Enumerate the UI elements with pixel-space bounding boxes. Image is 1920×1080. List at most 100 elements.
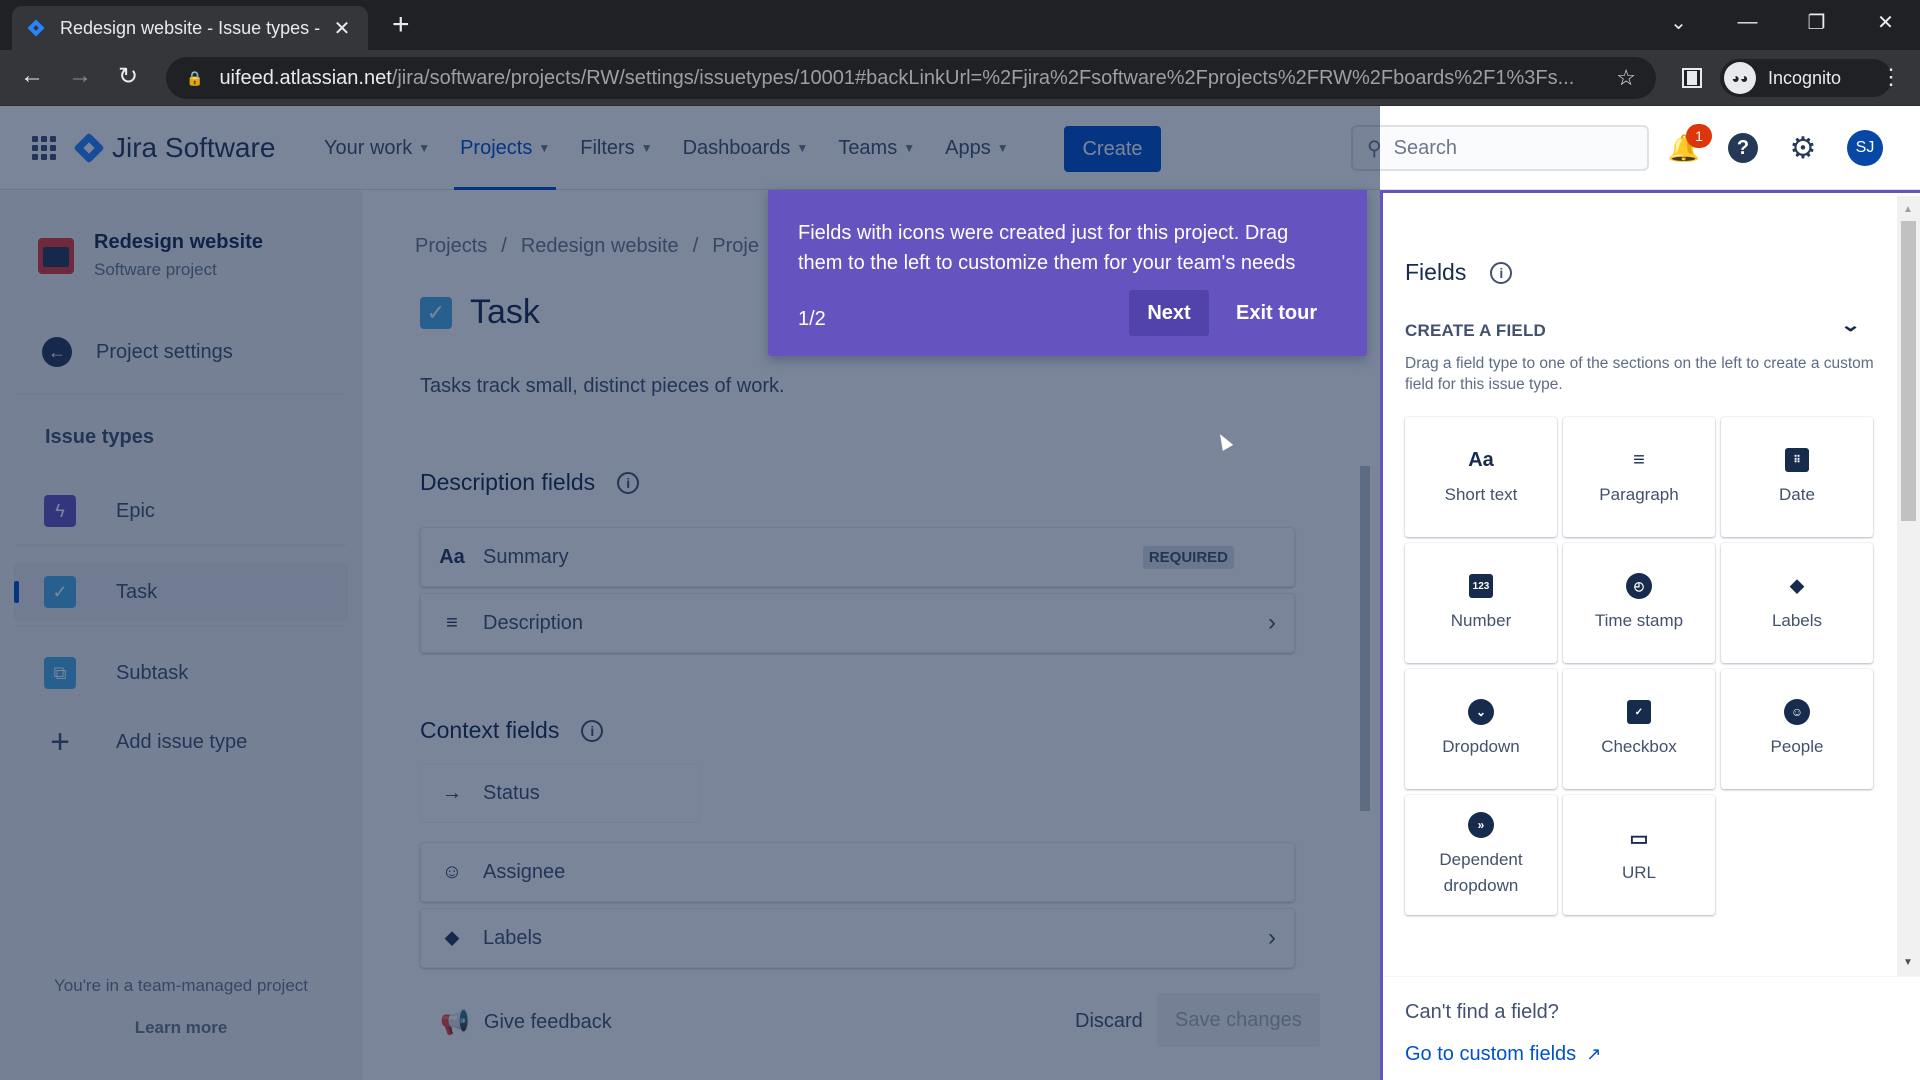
- menu-filters[interactable]: Filters ▼: [580, 106, 652, 190]
- field-assignee[interactable]: ☺ Assignee: [420, 842, 1295, 902]
- number-icon: 123: [1469, 574, 1493, 598]
- incognito-label: Incognito: [1768, 67, 1842, 88]
- field-type-date[interactable]: ⠿ Date: [1721, 417, 1873, 537]
- checkbox-icon: ✓: [1627, 700, 1651, 724]
- field-labels[interactable]: ⬥ Labels ›: [420, 908, 1295, 968]
- external-link-icon: ↗: [1586, 1044, 1602, 1064]
- go-to-custom-fields-link[interactable]: Go to custom fields ↗: [1405, 1043, 1601, 1066]
- close-window-icon[interactable]: ✕: [1851, 10, 1920, 35]
- field-type-dependent-dropdown[interactable]: » Dependent dropdown: [1405, 795, 1557, 915]
- menu-teams[interactable]: Teams ▼: [838, 106, 915, 190]
- browser-menu-icon[interactable]: ⋮: [1880, 64, 1902, 90]
- issue-type-name[interactable]: Task: [470, 293, 540, 332]
- menu-projects[interactable]: Projects ▼: [454, 106, 557, 190]
- scrollbar-thumb[interactable]: [1901, 221, 1916, 521]
- scrollbar-thumb[interactable]: [1360, 466, 1370, 811]
- breadcrumb-project-settings[interactable]: Proje: [712, 235, 759, 257]
- field-type-labels[interactable]: ⬥ Labels: [1721, 543, 1873, 663]
- minimize-icon[interactable]: —: [1713, 11, 1782, 34]
- field-type-paragraph[interactable]: ≡ Paragraph: [1563, 417, 1715, 537]
- incognito-profile[interactable]: ◕◕ Incognito: [1720, 59, 1892, 97]
- chevron-down-icon: ▼: [538, 141, 551, 155]
- onboarding-tour-card: Fields with icons were created just for …: [768, 190, 1367, 356]
- jira-logo-icon: [73, 132, 105, 164]
- give-feedback-button[interactable]: 📢 Give feedback: [440, 1008, 612, 1037]
- field-type-checkbox[interactable]: ✓ Checkbox: [1563, 669, 1715, 789]
- fields-panel-title: Fields i: [1405, 259, 1513, 286]
- search-input[interactable]: ⚲ Search: [1351, 125, 1649, 171]
- reload-icon[interactable]: ↻: [112, 62, 144, 91]
- back-icon[interactable]: ←: [16, 62, 48, 90]
- fields-scrollbar[interactable]: [1356, 446, 1374, 966]
- info-icon[interactable]: i: [581, 719, 604, 742]
- sidebar-item-epic[interactable]: ϟ Epic: [14, 482, 348, 540]
- avatar-initials: SJ: [1847, 130, 1883, 166]
- menu-apps[interactable]: Apps ▼: [945, 106, 1008, 190]
- chevron-right-icon[interactable]: ›: [1268, 924, 1276, 952]
- url-icon: ▭: [1629, 827, 1649, 850]
- field-type-time-stamp[interactable]: ◴ Time stamp: [1563, 543, 1715, 663]
- settings-gear-icon[interactable]: ⚙: [1785, 130, 1821, 166]
- jira-logo[interactable]: Jira Software: [73, 132, 275, 164]
- sidebar-item-subtask[interactable]: ⧉ Subtask: [14, 644, 348, 702]
- panel-scrollbar[interactable]: ▲ ▼: [1897, 196, 1920, 976]
- field-type-url[interactable]: ▭ URL: [1563, 795, 1715, 915]
- url-path: /jira/software/projects/RW/settings/issu…: [391, 66, 1575, 89]
- user-avatar[interactable]: SJ: [1847, 130, 1883, 166]
- chevron-down-icon[interactable]: ⌄: [1840, 315, 1861, 336]
- issue-types-heading: Issue types: [45, 426, 154, 448]
- sidebar-item-task[interactable]: ✓ Task: [14, 563, 348, 621]
- help-button[interactable]: ?: [1725, 130, 1761, 166]
- scroll-up-icon[interactable]: ▲: [1903, 204, 1913, 215]
- section-title: Context fields: [420, 717, 560, 743]
- tab-search-icon[interactable]: ⌄: [1644, 10, 1713, 35]
- field-type-dropdown[interactable]: ⌄ Dropdown: [1405, 669, 1557, 789]
- scroll-down-icon[interactable]: ▼: [1903, 957, 1913, 968]
- restore-icon[interactable]: ❐: [1782, 10, 1851, 35]
- app-switcher-icon[interactable]: [32, 136, 56, 160]
- info-icon[interactable]: i: [617, 471, 640, 494]
- main-menu: Your work ▼ Projects ▼ Filters ▼ Dashboards…: [324, 106, 1039, 190]
- browser-tab[interactable]: Redesign website - Issue types - ✕: [12, 6, 368, 50]
- side-panel-icon[interactable]: [1682, 68, 1702, 88]
- field-type-people[interactable]: ☺ People: [1721, 669, 1873, 789]
- issue-type-description[interactable]: Tasks track small, distinct pieces of wo…: [420, 375, 785, 398]
- add-issue-type-button[interactable]: + Add issue type: [14, 713, 348, 771]
- browser-tab-bar: Redesign website - Issue types - ✕ + ⌄ —…: [0, 0, 1920, 50]
- save-changes-button[interactable]: Save changes: [1157, 993, 1320, 1047]
- field-type-label: URL: [1621, 863, 1656, 882]
- url-field[interactable]: 🔒 uifeed.atlassian.net/jira/software/pro…: [166, 57, 1656, 99]
- search-placeholder: Search: [1393, 136, 1458, 159]
- field-status[interactable]: → Status: [420, 763, 700, 823]
- exit-tour-button[interactable]: Exit tour: [1224, 290, 1329, 336]
- discard-button[interactable]: Discard: [1063, 999, 1155, 1043]
- learn-more-link[interactable]: Learn more: [0, 1018, 362, 1038]
- close-tab-icon[interactable]: ✕: [330, 16, 354, 41]
- field-type-short-text[interactable]: Aa Short text: [1405, 417, 1557, 537]
- fields-panel: Fields i CREATE A FIELD ⌄ Drag a field t…: [1380, 190, 1920, 1080]
- menu-dashboards[interactable]: Dashboards ▼: [683, 106, 809, 190]
- back-to-project-settings[interactable]: ← Project settings: [42, 337, 233, 367]
- breadcrumb-project[interactable]: Redesign website: [521, 235, 679, 257]
- task-checkbox-icon: ✓: [44, 576, 76, 608]
- divider: [16, 544, 346, 546]
- window-controls: ⌄ — ❐ ✕: [1644, 0, 1920, 44]
- forward-icon[interactable]: →: [64, 62, 96, 90]
- megaphone-icon: 📢: [440, 1009, 470, 1036]
- chevron-down-icon: ▼: [796, 141, 809, 155]
- tag-icon: ⬥: [1790, 574, 1804, 597]
- bookmark-star-icon[interactable]: ☆: [1616, 65, 1636, 91]
- field-summary[interactable]: Aa Summary REQUIRED: [420, 527, 1295, 587]
- tab-title: Redesign website - Issue types -: [60, 17, 321, 38]
- menu-your-work[interactable]: Your work ▼: [324, 106, 430, 190]
- field-label: Summary: [483, 545, 569, 568]
- tour-next-button[interactable]: Next: [1129, 290, 1209, 336]
- issue-type-label: Epic: [116, 499, 155, 522]
- field-type-number[interactable]: 123 Number: [1405, 543, 1557, 663]
- chevron-right-icon[interactable]: ›: [1268, 609, 1276, 637]
- info-icon[interactable]: i: [1490, 261, 1513, 284]
- new-tab-icon[interactable]: +: [392, 10, 410, 40]
- create-button[interactable]: Create: [1064, 126, 1161, 172]
- breadcrumb-projects[interactable]: Projects: [415, 235, 487, 257]
- field-description[interactable]: ≡ Description ›: [420, 593, 1295, 653]
